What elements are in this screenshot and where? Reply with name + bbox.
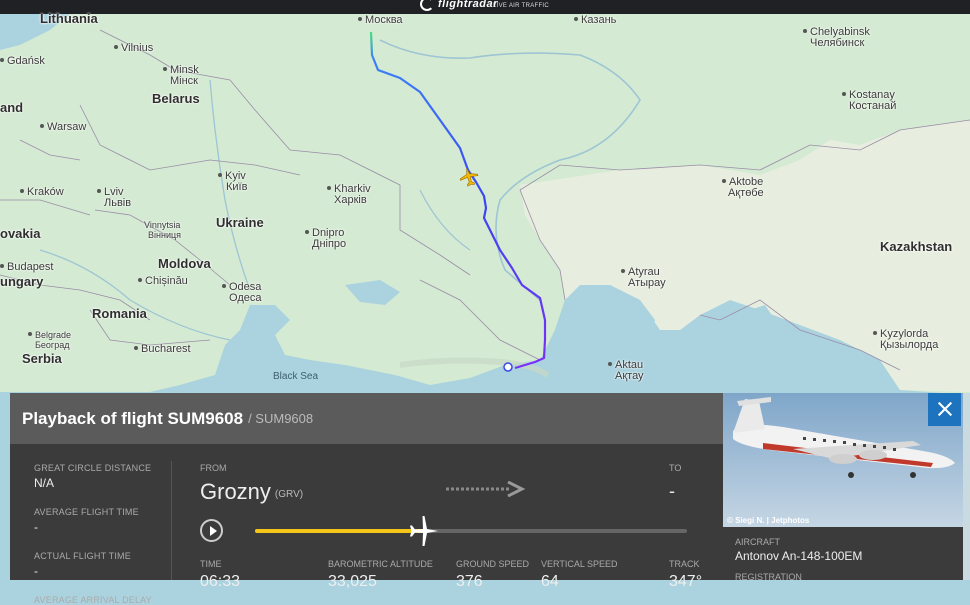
live-value: 33,025 [328,573,377,590]
map-label: Warsaw [40,122,86,133]
live-label: VERTICAL SPEED [541,559,618,569]
map-label: Харків [334,194,367,206]
map-label: Ukraine [216,215,264,230]
map-label: Kraków [20,187,64,198]
live-value: 347° [669,573,703,590]
map-label: Челябинск [810,37,865,49]
live-label: BAROMETRIC ALTITUDE [328,559,433,569]
map-label: Београд [35,340,70,350]
to-label: TO [669,463,682,473]
origin-city: Grozny [200,479,271,504]
from-label: FROM [200,463,227,473]
aircraft-label: AIRCRAFT [735,537,780,547]
map-label: Вінниця [148,230,181,240]
stat-value: - [34,520,38,534]
stat-label: AVERAGE FLIGHT TIME [34,507,139,517]
destination-airport: - [669,481,675,501]
map-label: ungary [0,274,44,289]
play-button[interactable] [200,519,223,542]
panel-subtitle[interactable]: / SUM9608 [248,411,313,426]
playback-panel: Playback of flight SUM9608 / SUM9608 GRE… [10,393,723,605]
stat-label: AVERAGE ARRIVAL DELAY [34,595,152,605]
map-label: Gdańsk [0,56,45,67]
stat-value: N/A [34,476,55,490]
map-label: Kazakhstan [880,239,953,254]
stat-label: GREAT CIRCLE DISTANCE [34,463,152,473]
flight-track-path [369,31,547,370]
registration-label: REGISTRATION [735,572,802,582]
map-label: Атырау [628,277,666,289]
origin-airport[interactable]: Grozny (GRV) [200,479,303,505]
map-label: Vilnius [114,43,153,54]
playback-handle-plane-icon[interactable] [406,513,442,549]
map-label: Chișinău [138,276,188,287]
live-label: TIME [200,559,222,569]
map-edge [963,393,970,580]
logo-text: flightradar [438,0,498,10]
map-label: Lithuania [40,11,98,26]
route-arrow-icon [446,481,526,497]
aircraft-photo[interactable]: © Siegi N. | Jetphotos [723,393,963,527]
map-label: Львів [104,197,132,209]
map-label: Serbia [22,351,62,366]
live-value: 376 [456,573,483,590]
panel-title: Playback of flight SUM9608 [22,408,244,428]
panel-header: Playback of flight SUM9608 / SUM9608 [10,393,723,444]
playback-slider[interactable] [255,529,687,533]
aircraft-marker-icon[interactable] [459,167,479,187]
map-label: and [0,100,24,115]
map-label: Bucharest [134,344,191,355]
live-value: 64 [541,573,559,590]
logo-icon [420,0,434,11]
map-label: Київ [226,181,248,193]
map-label: Ақтау [615,370,644,382]
map-label: Romania [92,306,147,321]
live-label: TRACK [669,559,700,569]
map-label: Black Sea [273,371,319,382]
map-label: Ақтөбе [728,187,764,199]
aircraft-card: © Siegi N. | Jetphotos AIRCRAFT Antonov … [723,393,963,582]
top-bar: flightradar LIVE AIR TRAFFIC [0,0,970,14]
photo-credit[interactable]: © Siegi N. | Jetphotos [727,516,809,525]
divider [171,461,172,580]
stat-value: - [34,564,38,578]
map-label: Мінск [170,75,198,87]
stat-label: ACTUAL FLIGHT TIME [34,551,131,561]
close-button[interactable] [928,393,961,426]
map-label: Қызылорда [880,339,939,351]
aircraft-type[interactable]: Antonov An-148-100EM [735,549,862,563]
map-label: Одеса [229,292,262,304]
playback-progress [255,529,428,533]
live-label: GROUND SPEED [456,559,530,569]
map-label: Belarus [152,91,200,106]
origin-code: (GRV) [274,489,304,500]
origin-marker [503,362,513,372]
map-label: Дніпро [312,238,347,250]
logo-subtitle: LIVE AIR TRAFFIC [493,3,550,9]
app-logo[interactable]: flightradar [420,0,498,14]
map-label: Костанай [849,100,897,112]
flight-stats: GREAT CIRCLE DISTANCE N/A AVERAGE FLIGHT… [34,463,174,605]
map-label: Москва [358,15,403,26]
live-value: 06:33 [200,573,241,590]
map-label: Budapest [0,262,53,273]
map-label: Moldova [158,256,211,271]
map-label: ovakia [0,226,41,241]
map-label: Казань [574,15,616,26]
